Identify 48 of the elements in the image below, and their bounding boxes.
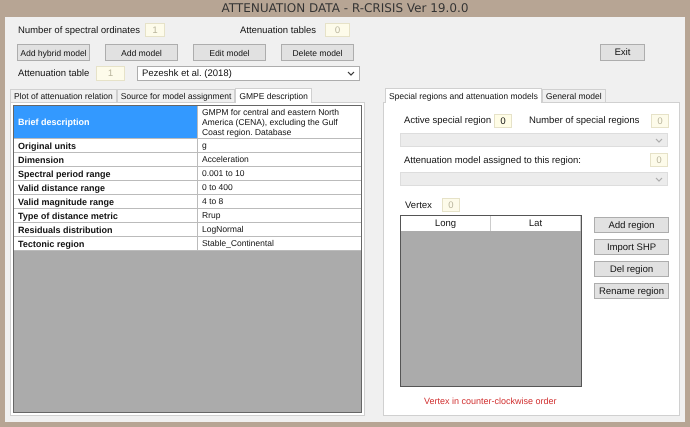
property-cell[interactable]: Original units — [14, 139, 198, 152]
property-cell[interactable]: Type of distance metric — [14, 209, 198, 222]
region-button[interactable]: Rename region — [594, 283, 669, 299]
region-button[interactable]: Del region — [594, 261, 669, 277]
property-cell[interactable]: Spectral period range — [14, 167, 198, 180]
value-cell-text: LogNormal — [201, 223, 245, 236]
tab[interactable]: Special regions and attenuation models — [385, 88, 542, 103]
model-button[interactable]: Edit model — [193, 44, 266, 61]
model-dropdown[interactable] — [400, 172, 668, 186]
exit-button[interactable]: Exit — [600, 44, 645, 61]
chevron-icon — [655, 176, 663, 182]
tab[interactable]: Source for model assignment — [116, 89, 236, 102]
value-cell-text: Rrup — [201, 209, 222, 222]
field-label: Number of special regions — [529, 115, 640, 126]
property-cell[interactable]: Tectonic region — [14, 237, 198, 250]
value-cell-text: Stable_Continental — [201, 237, 275, 250]
field-label: Attenuation model assigned to this region: — [404, 154, 581, 166]
field-label: Vertex — [405, 200, 432, 210]
field-label: Active special region — [404, 115, 492, 126]
column-header[interactable]: Lat — [491, 216, 581, 231]
column-header[interactable]: Long — [401, 216, 491, 231]
region-button[interactable]: Import SHP — [594, 239, 669, 255]
model-button[interactable]: Add model — [105, 44, 178, 61]
chevron-icon — [347, 71, 355, 76]
field-label: Number of spectral ordinates — [18, 24, 141, 36]
region-button[interactable]: Add region — [594, 217, 669, 233]
field-label: Attenuation table — [18, 68, 90, 79]
tab[interactable]: GMPE description — [235, 88, 312, 103]
value-cell-text: GMPM for central and eastern North America (CENA), excluding the Gulf Coast region. Database — [201, 106, 340, 138]
model-button[interactable]: Delete model — [281, 44, 354, 61]
property-cell[interactable]: Valid distance range — [14, 181, 198, 194]
property-cell[interactable]: Valid magnitude range — [14, 195, 198, 208]
value-cell-text: 0 to 400 — [201, 181, 234, 194]
window-title: ATTENUATION DATA - R-CRISIS Ver 19.0.0 — [220, 0, 470, 17]
number-field[interactable]: 0 — [494, 114, 512, 128]
property-cell[interactable]: Dimension — [14, 153, 198, 166]
tab[interactable]: Plot of attenuation relation — [10, 89, 117, 102]
tab[interactable]: General model — [542, 89, 606, 102]
field-label: Attenuation tables — [240, 24, 318, 36]
hint-text: Vertex in counter-clockwise order — [424, 396, 558, 406]
value-cell-text: Acceleration — [201, 153, 250, 166]
value-cell-text: 0.001 to 10 — [201, 167, 246, 180]
value-cell-text: 4 to 8 — [201, 195, 224, 208]
property-cell[interactable]: Residuals distribution — [14, 223, 198, 236]
region-dropdown[interactable] — [400, 133, 668, 147]
value-cell-text: g — [201, 139, 208, 152]
model-button[interactable]: Add hybrid model — [17, 44, 90, 61]
chevron-icon — [655, 138, 663, 142]
